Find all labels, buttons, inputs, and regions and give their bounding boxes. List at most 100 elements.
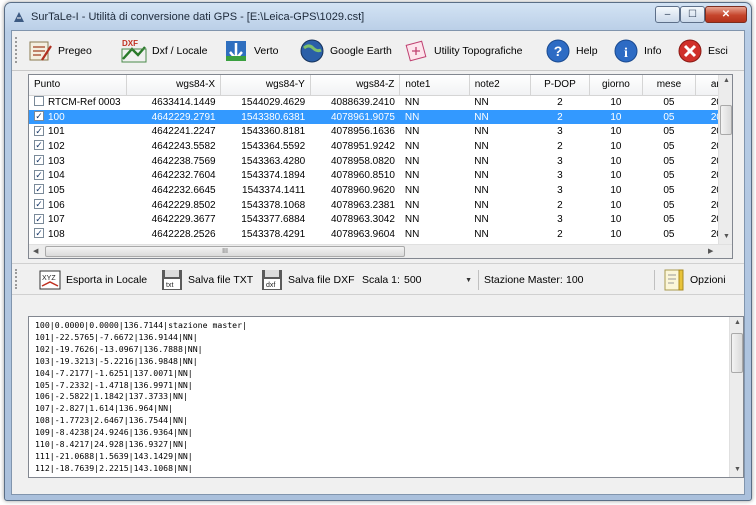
- giorno-cell[interactable]: 10: [589, 154, 642, 169]
- column-header[interactable]: note2: [469, 75, 531, 96]
- row-checkbox[interactable]: ✓: [34, 213, 44, 224]
- output-vertical-thumb[interactable]: [731, 333, 743, 373]
- x-cell[interactable]: 4642229.2791: [126, 109, 221, 125]
- x-cell[interactable]: 4642241.2247: [127, 124, 221, 139]
- mese-cell[interactable]: 05: [642, 213, 695, 228]
- table-row[interactable]: ✓ 100 4642229.2791 1543380.6381 4078961.9075…: [29, 109, 732, 125]
- table-row[interactable]: ✓ 103 4642238.7569 1543363.4280 4078958.0820…: [29, 154, 732, 169]
- table-row[interactable]: RTCM-Ref 0003 4633414.1449 1544029.4629 408…: [29, 95, 732, 110]
- giorno-cell[interactable]: 10: [589, 124, 642, 139]
- esci-button[interactable]: Esci: [676, 36, 728, 66]
- verto-button[interactable]: Verto: [222, 36, 279, 66]
- note1-cell[interactable]: NN: [399, 109, 470, 125]
- table-row[interactable]: ✓ 108 4642228.2526 1543378.4291 4078963.9604…: [29, 227, 732, 242]
- y-cell[interactable]: 1543378.4291: [221, 227, 311, 242]
- row-checkbox[interactable]: ✓: [34, 125, 44, 136]
- note2-cell[interactable]: NN: [469, 227, 530, 242]
- action-bar-grip[interactable]: [15, 269, 19, 289]
- scroll-left-icon[interactable]: ◀: [33, 247, 38, 255]
- giorno-cell[interactable]: 10: [589, 227, 642, 242]
- help-button[interactable]: ? Help: [544, 36, 598, 66]
- maximize-button[interactable]: ☐: [680, 6, 705, 23]
- row-checkbox[interactable]: [34, 96, 44, 107]
- note1-cell[interactable]: NN: [400, 227, 469, 242]
- z-cell[interactable]: 4078960.8510: [310, 168, 400, 183]
- google-earth-button[interactable]: Google Earth: [298, 36, 392, 66]
- y-cell[interactable]: 1544029.4629: [221, 95, 311, 110]
- table-row[interactable]: ✓ 102 4642243.5582 1543364.5592 4078951.9242…: [29, 139, 732, 154]
- toolbar-grip[interactable]: [15, 37, 19, 63]
- pdop-cell[interactable]: 2: [530, 227, 589, 242]
- scroll-right-icon[interactable]: ▶: [708, 247, 713, 255]
- table-row[interactable]: ✓ 101 4642241.2247 1543360.8181 4078956.1636…: [29, 124, 732, 139]
- note1-cell[interactable]: NN: [400, 124, 469, 139]
- note2-cell[interactable]: NN: [469, 154, 530, 169]
- y-cell[interactable]: 1543360.8181: [221, 124, 311, 139]
- mese-cell[interactable]: 05: [642, 124, 695, 139]
- y-cell[interactable]: 1543363.4280: [221, 154, 311, 169]
- row-checkbox[interactable]: ✓: [34, 199, 44, 210]
- note2-cell[interactable]: NN: [469, 124, 530, 139]
- points-grid[interactable]: Punto wgs84-X wgs84-Y wgs84-Z note1 note…: [28, 74, 733, 259]
- esporta-locale-button[interactable]: XYZ Esporta in Locale: [38, 268, 147, 292]
- punto-cell[interactable]: ✓ 106: [29, 198, 127, 213]
- mese-cell[interactable]: 05: [642, 168, 695, 183]
- mese-cell[interactable]: 05: [642, 139, 695, 154]
- note1-cell[interactable]: NN: [400, 183, 469, 198]
- z-cell[interactable]: 4078963.9604: [310, 227, 400, 242]
- giorno-cell[interactable]: 10: [589, 198, 642, 213]
- scroll-up-icon[interactable]: ▲: [723, 77, 730, 84]
- z-cell[interactable]: 4078951.9242: [310, 139, 400, 154]
- note2-cell[interactable]: NN: [469, 95, 530, 110]
- note1-cell[interactable]: NN: [400, 154, 469, 169]
- scroll-down-icon[interactable]: ▼: [734, 466, 741, 473]
- x-cell[interactable]: 4642238.7569: [127, 154, 221, 169]
- grid-vertical-scrollbar[interactable]: ▲ ▼: [718, 75, 732, 245]
- note2-cell[interactable]: NN: [469, 168, 530, 183]
- close-button[interactable]: ✕: [705, 6, 747, 23]
- note2-cell[interactable]: NN: [469, 198, 530, 213]
- punto-cell[interactable]: ✓ 105: [29, 183, 127, 198]
- row-checkbox[interactable]: ✓: [34, 154, 44, 165]
- note1-cell[interactable]: NN: [400, 168, 469, 183]
- note2-cell[interactable]: NN: [469, 139, 530, 154]
- note2-cell[interactable]: NN: [469, 109, 531, 125]
- scroll-down-icon[interactable]: ▼: [723, 233, 730, 240]
- note2-cell[interactable]: NN: [469, 183, 530, 198]
- table-row[interactable]: ✓ 104 4642232.7604 1543374.1894 4078960.8510…: [29, 168, 732, 183]
- table-row[interactable]: ✓ 107 4642229.3677 1543377.6884 4078963.3042…: [29, 213, 732, 228]
- punto-cell[interactable]: ✓ 103: [29, 154, 127, 169]
- pdop-cell[interactable]: 2: [530, 198, 589, 213]
- x-cell[interactable]: 4642229.8502: [127, 198, 221, 213]
- y-cell[interactable]: 1543364.5592: [221, 139, 311, 154]
- mese-cell[interactable]: 05: [642, 95, 695, 110]
- grid-vertical-thumb[interactable]: [720, 105, 732, 135]
- mese-cell[interactable]: 05: [642, 183, 695, 198]
- salva-txt-button[interactable]: txt Salva file TXT: [160, 268, 253, 292]
- note2-cell[interactable]: NN: [469, 213, 530, 228]
- scroll-up-icon[interactable]: ▲: [734, 319, 741, 326]
- z-cell[interactable]: 4088639.2410: [310, 95, 400, 110]
- z-cell[interactable]: 4078961.9075: [310, 109, 400, 125]
- y-cell[interactable]: 1543374.1894: [221, 168, 311, 183]
- row-checkbox[interactable]: ✓: [34, 228, 44, 239]
- row-checkbox[interactable]: ✓: [34, 140, 44, 151]
- punto-cell[interactable]: ✓ 102: [29, 139, 127, 154]
- output-text-area[interactable]: 100|0.0000|0.0000|136.7144|stazione mast…: [28, 316, 744, 478]
- x-cell[interactable]: 4642228.2526: [127, 227, 221, 242]
- note1-cell[interactable]: NN: [400, 198, 469, 213]
- column-header[interactable]: wgs84-Z: [310, 75, 401, 96]
- x-cell[interactable]: 4633414.1449: [127, 95, 221, 110]
- mese-cell[interactable]: 05: [642, 198, 695, 213]
- utility-button[interactable]: Utility Topografiche: [402, 36, 523, 66]
- mese-cell[interactable]: 05: [642, 109, 696, 125]
- pdop-cell[interactable]: 3: [530, 213, 589, 228]
- y-cell[interactable]: 1543380.6381: [220, 109, 311, 125]
- pdop-cell[interactable]: 3: [530, 183, 589, 198]
- giorno-cell[interactable]: 10: [589, 183, 642, 198]
- x-cell[interactable]: 4642232.7604: [127, 168, 221, 183]
- note1-cell[interactable]: NN: [400, 213, 469, 228]
- pdop-cell[interactable]: 3: [530, 168, 589, 183]
- punto-cell[interactable]: ✓ 101: [29, 124, 127, 139]
- z-cell[interactable]: 4078960.9620: [310, 183, 400, 198]
